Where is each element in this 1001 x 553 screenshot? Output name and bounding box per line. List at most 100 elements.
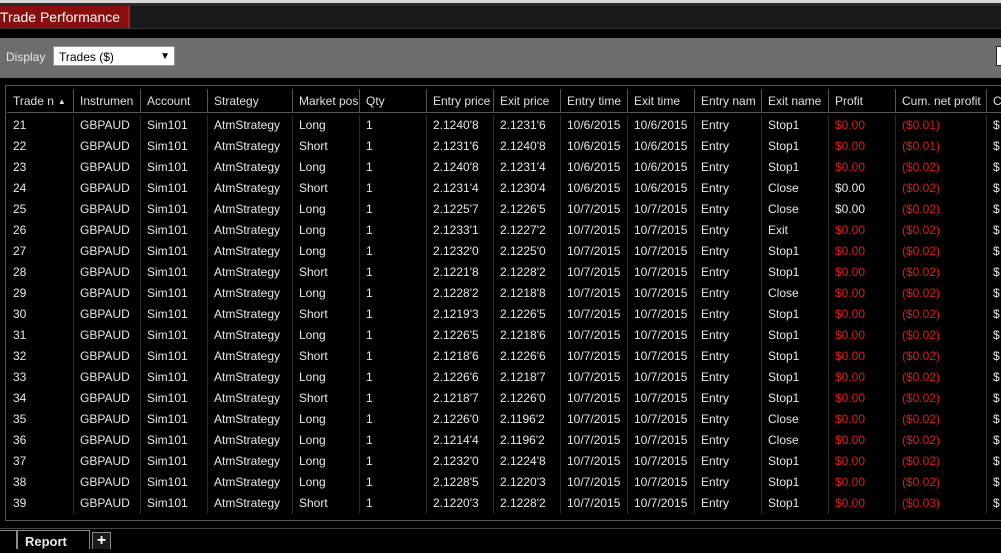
- column-header-trade-number[interactable]: Trade n ▲: [7, 89, 74, 113]
- column-header-instrument[interactable]: Instrumen: [74, 89, 141, 113]
- cell-market-position: Long: [293, 409, 360, 430]
- cell-exit-time: 10/7/2015: [628, 241, 695, 262]
- cell-entry-price: 2.1228'2: [427, 283, 494, 304]
- cell-account: Sim101: [141, 157, 208, 178]
- column-header-exit-name[interactable]: Exit name: [762, 89, 829, 113]
- tab-report[interactable]: Report: [17, 530, 90, 549]
- cell-account: Sim101: [141, 304, 208, 325]
- cell-entry-price: 2.1226'6: [427, 367, 494, 388]
- cell-commission: $: [987, 367, 1001, 388]
- column-header-commission[interactable]: C: [987, 89, 1001, 113]
- cell-qty: 1: [360, 430, 427, 451]
- cell-qty: 1: [360, 304, 427, 325]
- cell-qty: 1: [360, 367, 427, 388]
- cell-commission: $: [987, 451, 1001, 472]
- cell-profit: $0.00: [829, 157, 896, 178]
- cell-exit-time: 10/7/2015: [628, 304, 695, 325]
- cell-entry-name: Entry: [695, 136, 762, 157]
- cell-exit-time: 10/7/2015: [628, 367, 695, 388]
- cell-exit-time: 10/6/2015: [628, 157, 695, 178]
- cell-trade-number: 23: [7, 157, 74, 178]
- column-header-exit-time[interactable]: Exit time: [628, 89, 695, 113]
- column-header-label: Entry time: [567, 94, 622, 108]
- cell-account: Sim101: [141, 493, 208, 514]
- cell-strategy: AtmStrategy: [208, 493, 293, 514]
- cell-exit-price: 2.1196'2: [494, 430, 561, 451]
- cell-exit-time: 10/7/2015: [628, 346, 695, 367]
- cell-commission: $: [987, 304, 1001, 325]
- cell-strategy: AtmStrategy: [208, 199, 293, 220]
- cell-market-position: Short: [293, 178, 360, 199]
- cell-exit-name: Stop1: [762, 472, 829, 493]
- cell-commission: $: [987, 325, 1001, 346]
- toolbar-right-control[interactable]: [996, 46, 1001, 66]
- cell-commission: $: [987, 262, 1001, 283]
- cell-entry-time: 10/7/2015: [561, 241, 628, 262]
- cell-strategy: AtmStrategy: [208, 283, 293, 304]
- column-header-account[interactable]: Account: [141, 89, 208, 113]
- column-header-market-position[interactable]: Market pos: [293, 89, 360, 113]
- cell-entry-name: Entry: [695, 451, 762, 472]
- cell-exit-price: 2.1226'0: [494, 388, 561, 409]
- column-header-qty[interactable]: Qty: [360, 89, 427, 113]
- column-header-strategy[interactable]: Strategy: [208, 89, 293, 113]
- column-header-cum-net-profit[interactable]: Cum. net profit: [896, 89, 987, 113]
- column-header-label: Qty: [366, 94, 385, 108]
- cell-exit-name: Stop1: [762, 367, 829, 388]
- cell-qty: 1: [360, 493, 427, 514]
- cell-exit-name: Stop1: [762, 115, 829, 136]
- cell-exit-name: Stop1: [762, 157, 829, 178]
- cell-profit: $0.00: [829, 115, 896, 136]
- cell-strategy: AtmStrategy: [208, 325, 293, 346]
- cell-profit: $0.00: [829, 493, 896, 514]
- cell-account: Sim101: [141, 283, 208, 304]
- cell-entry-price: 2.1231'4: [427, 178, 494, 199]
- cell-entry-price: 2.1225'7: [427, 199, 494, 220]
- cell-trade-number: 25: [7, 199, 74, 220]
- display-label: Display: [6, 50, 46, 64]
- cell-strategy: AtmStrategy: [208, 367, 293, 388]
- add-tab-button[interactable]: +: [92, 532, 111, 549]
- cell-account: Sim101: [141, 325, 208, 346]
- column-header-label: Entry nam: [701, 94, 756, 108]
- window-title-tab[interactable]: Trade Performance: [0, 6, 131, 28]
- cell-exit-name: Stop1: [762, 388, 829, 409]
- cell-trade-number: 22: [7, 136, 74, 157]
- cell-entry-time: 10/7/2015: [561, 199, 628, 220]
- cell-exit-time: 10/7/2015: [628, 409, 695, 430]
- column-header-entry-time[interactable]: Entry time: [561, 89, 628, 113]
- column-header-label: Entry price: [433, 94, 491, 108]
- column-header-profit[interactable]: Profit: [829, 89, 896, 113]
- cell-entry-name: Entry: [695, 493, 762, 514]
- column-header-entry-name[interactable]: Entry nam: [695, 89, 762, 113]
- cell-entry-name: Entry: [695, 283, 762, 304]
- column-header-exit-price[interactable]: Exit price: [494, 89, 561, 113]
- cell-exit-name: Stop1: [762, 241, 829, 262]
- cell-account: Sim101: [141, 115, 208, 136]
- display-select[interactable]: Trades ($) ▼: [53, 46, 175, 66]
- cell-cum-net-profit: ($0.02): [896, 241, 987, 262]
- cell-trade-number: 31: [7, 325, 74, 346]
- cell-exit-price: 2.1230'4: [494, 178, 561, 199]
- cell-strategy: AtmStrategy: [208, 115, 293, 136]
- cell-profit: $0.00: [829, 262, 896, 283]
- window-title: Trade Performance: [0, 9, 121, 25]
- cell-account: Sim101: [141, 388, 208, 409]
- cell-cum-net-profit: ($0.02): [896, 388, 987, 409]
- column-header-label: Exit time: [634, 94, 681, 108]
- column-header-entry-price[interactable]: Entry price: [427, 89, 494, 113]
- cell-entry-name: Entry: [695, 178, 762, 199]
- cell-trade-number: 37: [7, 451, 74, 472]
- cell-strategy: AtmStrategy: [208, 409, 293, 430]
- cell-qty: 1: [360, 262, 427, 283]
- cell-exit-price: 2.1196'2: [494, 409, 561, 430]
- cell-profit: $0.00: [829, 136, 896, 157]
- cell-instrument: GBPAUD: [74, 178, 141, 199]
- column-header-label: Instrumen: [80, 94, 134, 108]
- cell-exit-name: Stop1: [762, 451, 829, 472]
- cell-market-position: Short: [293, 136, 360, 157]
- cell-instrument: GBPAUD: [74, 241, 141, 262]
- cell-strategy: AtmStrategy: [208, 304, 293, 325]
- cell-market-position: Long: [293, 115, 360, 136]
- cell-market-position: Short: [293, 388, 360, 409]
